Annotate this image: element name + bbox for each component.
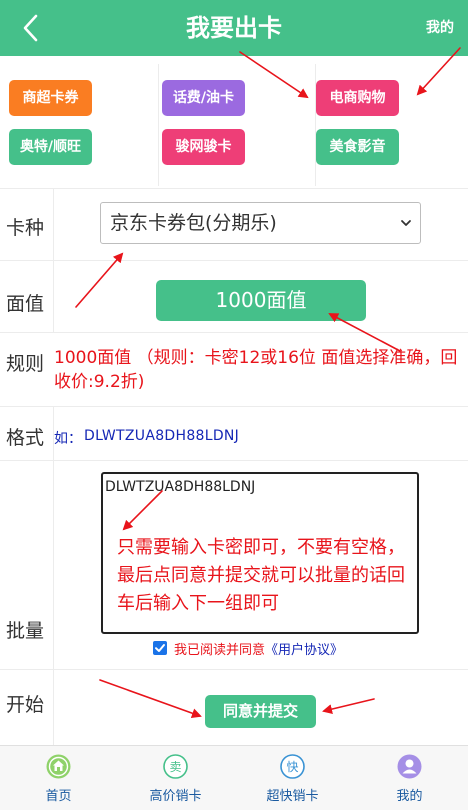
form-row-batch: 批量 DLWTZUA8DH88LDNJ 只需要输入卡密即可，不要有空格，最后点同… bbox=[0, 460, 468, 669]
category-grid: 商超卡券 话费/油卡 电商购物 奥特/顺旺 骏网骏卡 美食影音 bbox=[0, 56, 468, 188]
category-divider bbox=[158, 64, 159, 186]
face-label: 面值 bbox=[6, 293, 45, 315]
sell-icon-glyph: 卖 bbox=[169, 760, 181, 774]
form-row-kind: 卡种 京东卡券包(分期乐) bbox=[0, 188, 468, 260]
agree-checkbox[interactable] bbox=[153, 641, 167, 655]
agreement-row: 我已阅读并同意 《用户协议》 bbox=[153, 639, 343, 658]
row-separator bbox=[53, 461, 54, 669]
fast-icon-glyph: 快 bbox=[286, 760, 298, 774]
fast-icon: 快 bbox=[280, 754, 305, 779]
category-phone-fuel-button[interactable]: 话费/油卡 bbox=[162, 80, 245, 116]
header-mine-link[interactable]: 我的 bbox=[426, 17, 454, 37]
tab-high-price-sell-label: 高价销卡 bbox=[149, 789, 202, 804]
rule-label: 规则 bbox=[6, 353, 45, 375]
user-icon bbox=[397, 754, 422, 779]
category-aote-shunwang-button[interactable]: 奥特/顺旺 bbox=[9, 129, 92, 165]
form-row-start: 开始 同意并提交 bbox=[0, 669, 468, 745]
form-row-rule: 规则 1000面值 （规则：卡密12或16位 面值选择准确，回收价:9.2折) bbox=[0, 332, 468, 406]
home-icon bbox=[46, 754, 71, 779]
chevron-left-icon bbox=[23, 14, 38, 42]
batch-textarea[interactable]: DLWTZUA8DH88LDNJ 只需要输入卡密即可，不要有空格，最后点同意并提… bbox=[101, 472, 419, 634]
category-food-media-button[interactable]: 美食影音 bbox=[316, 129, 399, 165]
category-supermarket-button[interactable]: 商超卡券 bbox=[9, 80, 92, 116]
start-label: 开始 bbox=[6, 694, 45, 716]
sell-icon: 卖 bbox=[163, 754, 188, 779]
tab-mine[interactable]: 我的 bbox=[351, 746, 468, 810]
tab-home[interactable]: 首页 bbox=[0, 746, 117, 810]
category-junwang-button[interactable]: 骏网骏卡 bbox=[162, 129, 245, 165]
submit-button[interactable]: 同意并提交 bbox=[205, 695, 316, 728]
row-separator bbox=[53, 670, 54, 745]
form-row-face: 面值 1000面值 bbox=[0, 260, 468, 332]
rule-text: 1000面值 （规则：卡密12或16位 面值选择准确，回收价:9.2折) bbox=[54, 348, 458, 392]
category-ecommerce-button[interactable]: 电商购物 bbox=[316, 80, 399, 116]
face-value-button[interactable]: 1000面值 bbox=[156, 280, 366, 321]
tab-fast-sell-label: 超快销卡 bbox=[266, 789, 319, 804]
row-separator bbox=[53, 261, 54, 332]
tab-fast-sell[interactable]: 快 超快销卡 bbox=[234, 746, 351, 810]
format-example: DLWTZUA8DH88LDNJ bbox=[84, 428, 240, 444]
tab-home-label: 首页 bbox=[45, 789, 72, 804]
app-header: 我要出卡 我的 bbox=[0, 0, 468, 56]
back-button[interactable] bbox=[14, 10, 50, 46]
tab-high-price-sell[interactable]: 卖 高价销卡 bbox=[117, 746, 234, 810]
tab-mine-label: 我的 bbox=[396, 789, 423, 804]
card-kind-select[interactable]: 京东卡券包(分期乐) bbox=[100, 202, 421, 244]
page-title: 我要出卡 bbox=[186, 14, 282, 42]
kind-label: 卡种 bbox=[6, 217, 45, 239]
chevron-down-icon bbox=[401, 220, 411, 226]
bottom-tab-bar: 首页 卖 高价销卡 快 超快销卡 我的 bbox=[0, 745, 468, 810]
user-agreement-link[interactable]: 《用户协议》 bbox=[265, 639, 343, 658]
format-label: 格式 bbox=[6, 427, 45, 449]
card-kind-value: 京东卡券包(分期乐) bbox=[110, 212, 277, 234]
batch-label: 批量 bbox=[6, 620, 45, 642]
format-prefix: 如： bbox=[54, 431, 82, 447]
batch-hint-text: 只需要输入卡密即可，不要有空格，最后点同意并提交就可以批量的话回车后输入下一组即… bbox=[117, 537, 405, 614]
form-row-format: 格式 如： DLWTZUA8DH88LDNJ bbox=[0, 406, 468, 460]
row-separator bbox=[53, 189, 54, 260]
batch-input-value: DLWTZUA8DH88LDNJ bbox=[105, 479, 256, 495]
checkmark-icon bbox=[155, 644, 165, 652]
agree-text: 我已阅读并同意 bbox=[174, 642, 266, 658]
